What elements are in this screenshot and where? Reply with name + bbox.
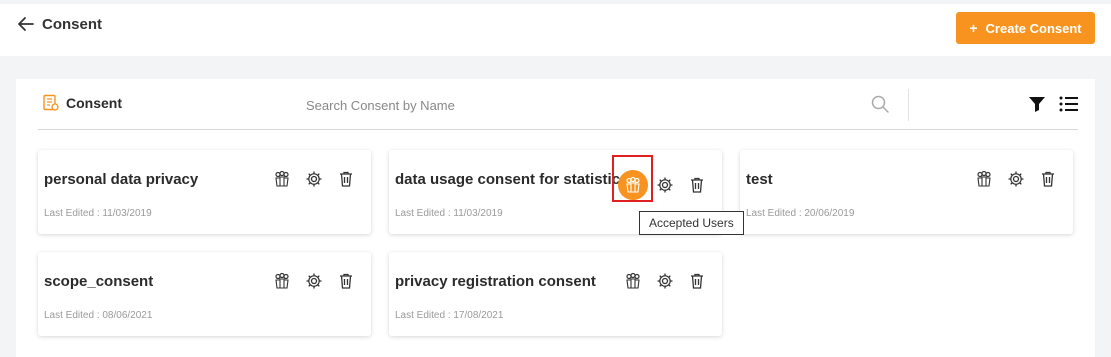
card-last-edited: Last Edited : 17/08/2021: [395, 310, 504, 321]
back-arrow-icon: [18, 17, 34, 31]
card-last-edited: Last Edited : 20/06/2019: [746, 208, 855, 219]
consent-card[interactable]: scope_consent Last Edited : 08/06/2021: [38, 252, 371, 336]
settings-button[interactable]: [305, 170, 323, 188]
consent-card[interactable]: personal data privacy Last Edited : 11/0…: [38, 150, 371, 234]
card-title: scope_consent: [44, 273, 154, 290]
consent-card[interactable]: privacy registration consent Last Edited…: [389, 252, 722, 336]
card-actions: [273, 272, 355, 290]
card-last-edited: Last Edited : 08/06/2021: [44, 310, 153, 321]
card-actions: [273, 170, 355, 188]
plus-icon: +: [969, 20, 978, 36]
settings-button[interactable]: [656, 272, 674, 290]
delete-icon: [1042, 171, 1054, 187]
delete-button[interactable]: [337, 272, 355, 290]
delete-button[interactable]: [337, 170, 355, 188]
page-title: Consent: [42, 15, 102, 33]
delete-button[interactable]: [1039, 170, 1057, 188]
panel-title: Consent: [42, 94, 122, 112]
card-last-edited: Last Edited : 11/03/2019: [44, 208, 152, 219]
settings-button[interactable]: [1007, 170, 1025, 188]
panel-toolbar: Consent: [38, 79, 1078, 130]
card-last-edited: Last Edited : 11/03/2019: [395, 208, 503, 219]
settings-icon: [1008, 171, 1024, 187]
accepted-users-tooltip: Accepted Users: [639, 211, 744, 235]
accepted-users-icon: [275, 170, 289, 187]
search-icon[interactable]: [870, 94, 890, 114]
accepted-users-button[interactable]: [273, 170, 291, 188]
settings-button[interactable]: [656, 176, 674, 194]
delete-icon: [691, 273, 703, 289]
accepted-users-icon: [626, 272, 640, 289]
delete-button[interactable]: [688, 272, 706, 290]
card-title: data usage consent for statistics: [395, 171, 621, 188]
filter-icon[interactable]: [1028, 95, 1046, 113]
card-title: privacy registration consent: [395, 273, 596, 290]
settings-icon: [306, 273, 322, 289]
accepted-users-button[interactable]: [624, 272, 642, 290]
settings-button[interactable]: [305, 272, 323, 290]
create-consent-button[interactable]: + Create Consent: [956, 12, 1095, 44]
card-title: personal data privacy: [44, 171, 199, 188]
delete-icon: [691, 177, 703, 193]
settings-icon: [306, 171, 322, 187]
accepted-users-button[interactable]: [273, 272, 291, 290]
card-actions: [975, 170, 1057, 188]
highlight-box: [612, 155, 653, 202]
card-title: test: [746, 171, 773, 188]
settings-icon: [657, 273, 673, 289]
accepted-users-button[interactable]: [975, 170, 993, 188]
accepted-users-icon: [977, 170, 991, 187]
list-view-icon[interactable]: [1059, 95, 1079, 113]
search-box: [306, 93, 846, 117]
delete-icon: [340, 171, 352, 187]
toolbar-divider: [908, 89, 909, 121]
back-button[interactable]: Consent: [16, 14, 102, 34]
accepted-users-icon: [275, 272, 289, 289]
page-header: Consent + Create Consent: [0, 4, 1111, 56]
delete-button[interactable]: [688, 176, 706, 194]
consent-doc-icon: [43, 94, 59, 111]
panel-title-text: Consent: [66, 95, 122, 111]
consent-card[interactable]: test Last Edited : 20/06/2019: [740, 150, 1073, 234]
search-input[interactable]: [306, 93, 826, 117]
settings-icon: [657, 177, 673, 193]
create-consent-label: Create Consent: [985, 20, 1082, 36]
card-actions: [624, 272, 706, 290]
delete-icon: [340, 273, 352, 289]
